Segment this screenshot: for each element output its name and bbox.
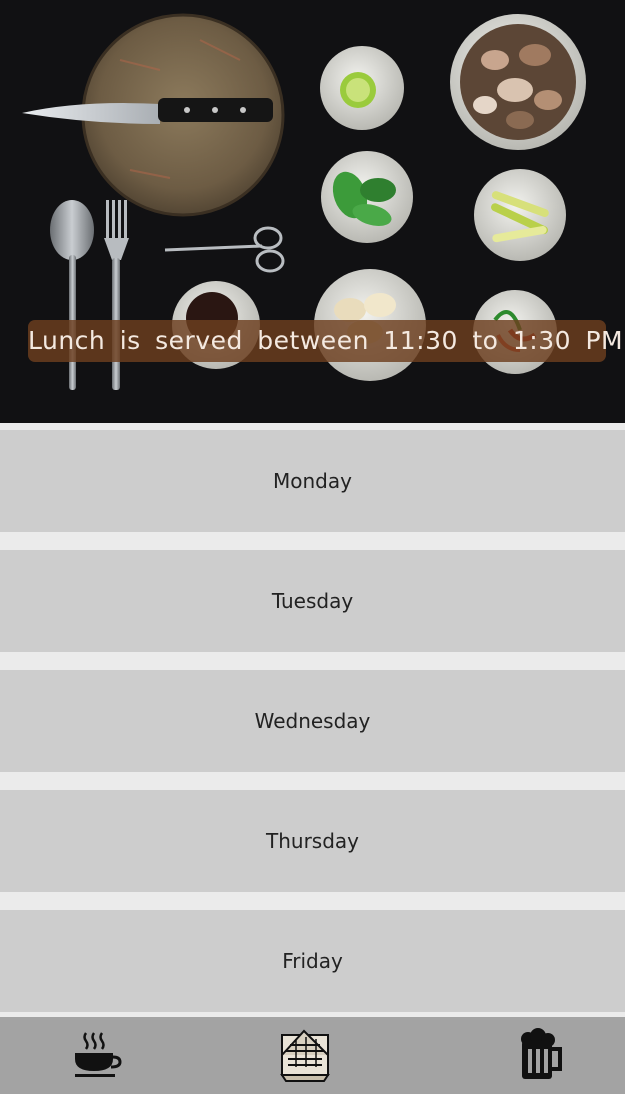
tab-drinks[interactable] — [508, 1027, 568, 1085]
coffee-cup-icon — [75, 1032, 122, 1077]
day-item-friday[interactable]: Friday — [0, 910, 625, 1012]
lunch-hours-banner: Lunch is served between 11:30 to 1:30 PM — [28, 320, 623, 362]
beer-mug-icon — [521, 1028, 562, 1079]
menu-icon — [280, 1029, 330, 1082]
tab-breakfast[interactable] — [66, 1027, 126, 1085]
tab-lunch[interactable] — [276, 1027, 336, 1085]
bottom-tab-bar — [0, 1017, 625, 1094]
hero-image: Lunch is served between 11:30 to 1:30 PM — [0, 0, 625, 423]
day-item-tuesday[interactable]: Tuesday — [0, 550, 625, 652]
day-item-wednesday[interactable]: Wednesday — [0, 670, 625, 772]
day-item-thursday[interactable]: Thursday — [0, 790, 625, 892]
day-item-monday[interactable]: Monday — [0, 430, 625, 532]
